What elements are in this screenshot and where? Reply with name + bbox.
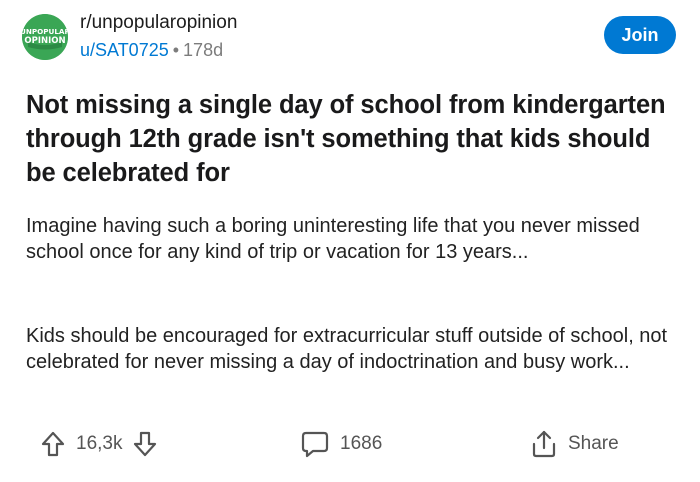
post-title[interactable]: Not missing a single day of school from …: [26, 88, 686, 190]
post-meta: r/unpopularopinion u/SAT0725 • 178d: [80, 12, 237, 61]
comments-button[interactable]: 1686: [300, 424, 392, 464]
reddit-post: UNPOPULAR OPINION r/unpopularopinion u/S…: [0, 0, 700, 482]
meta-separator: •: [172, 40, 180, 60]
community-avatar[interactable]: UNPOPULAR OPINION: [22, 14, 68, 60]
author-line: u/SAT0725 • 178d: [80, 39, 237, 61]
post-age: 178d: [183, 40, 224, 60]
comment-count: 1686: [340, 433, 383, 454]
vote-count: 16,3k: [76, 433, 123, 454]
unpopular-opinion-logo: UNPOPULAR OPINION: [22, 14, 68, 60]
post-body-paragraph: Imagine having such a boring uninteresti…: [26, 215, 640, 263]
arrow-down-icon[interactable]: [132, 430, 158, 458]
post-body-paragraph: Kids should be encouraged for extracurri…: [26, 325, 668, 373]
post-header: UNPOPULAR OPINION r/unpopularopinion u/S…: [22, 12, 678, 62]
logo-text-bottom: OPINION: [24, 36, 65, 46]
join-button[interactable]: Join: [604, 16, 676, 54]
subreddit-name[interactable]: r/unpopularopinion: [80, 12, 237, 34]
share-icon: [530, 429, 558, 459]
author-username[interactable]: u/SAT0725: [80, 40, 169, 60]
arrow-up-icon[interactable]: [40, 430, 66, 458]
comment-bubble-icon: [300, 429, 330, 459]
vote-controls: 16,3k: [40, 424, 158, 464]
logo-text-top: UNPOPULAR: [22, 27, 68, 36]
share-button[interactable]: Share: [530, 424, 629, 464]
share-label: Share: [568, 433, 619, 454]
action-bar: 16,3k 1686 Share: [0, 424, 700, 464]
